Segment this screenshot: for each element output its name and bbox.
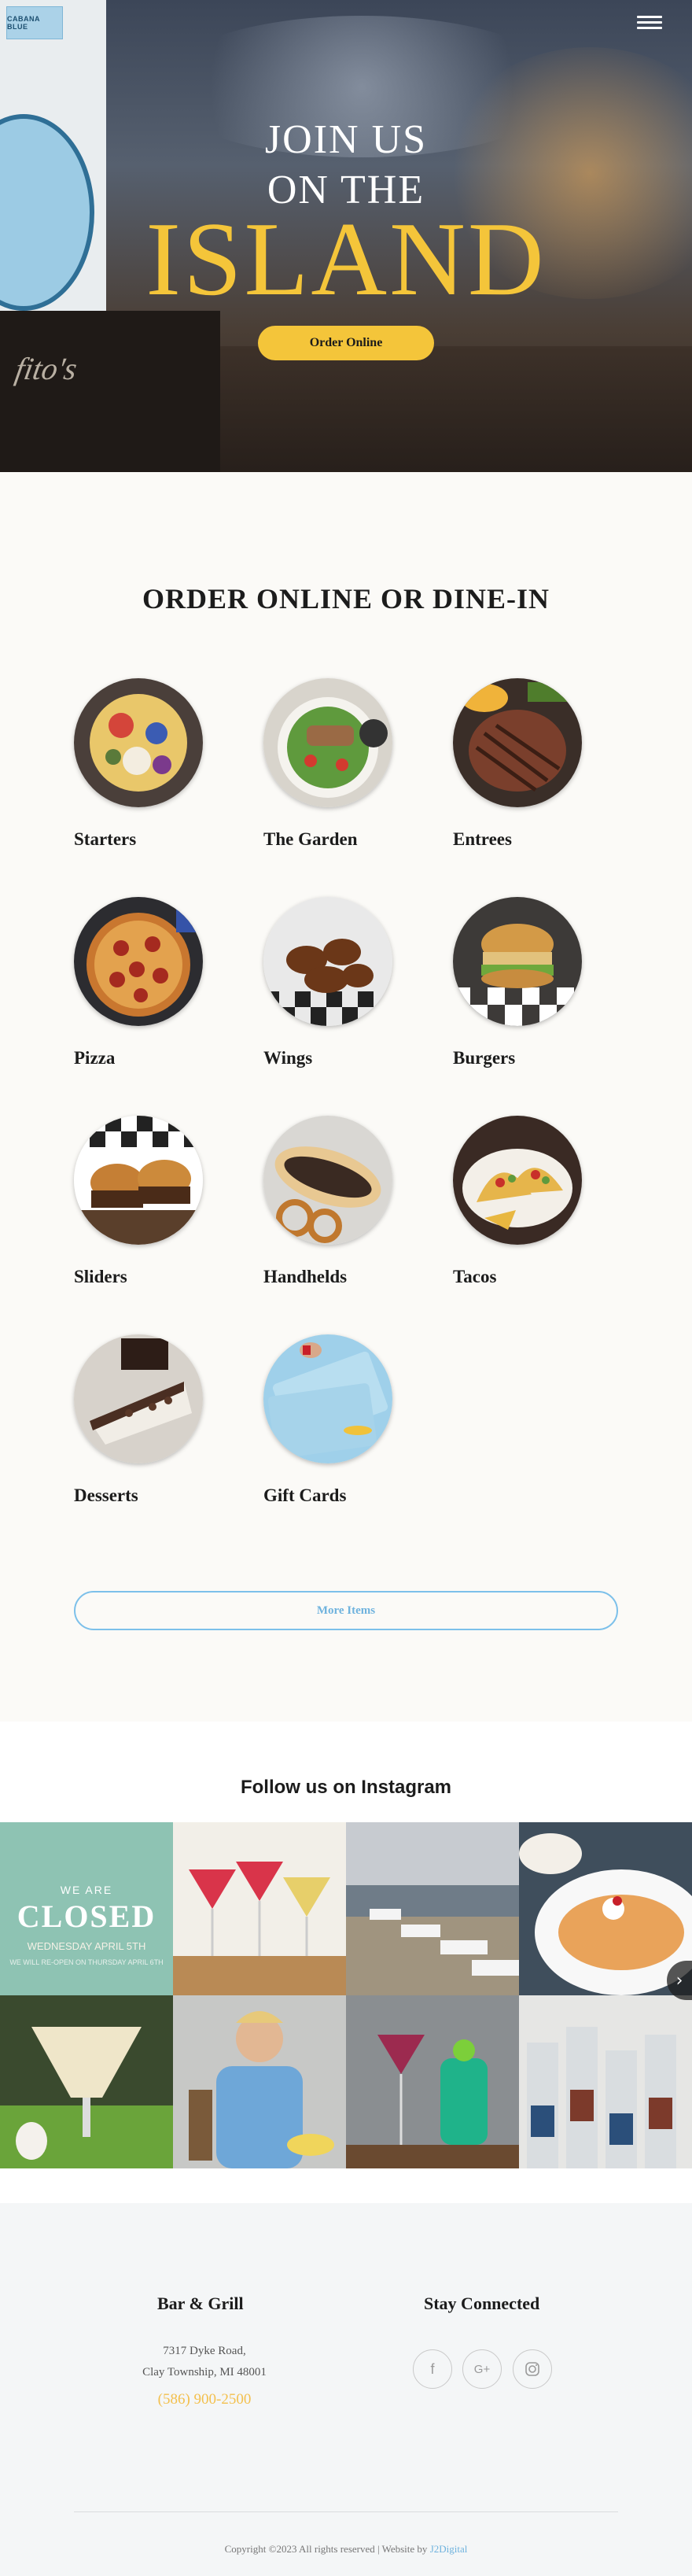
instagram-icon[interactable] bbox=[513, 2349, 552, 2389]
footer-phone-link[interactable]: (586) 900-2500 bbox=[118, 2391, 291, 2408]
sliders-image[interactable] bbox=[74, 1116, 203, 1245]
category-label[interactable]: Pizza bbox=[74, 1048, 115, 1068]
copyright-text: Copyright ©2023 All rights reserved | We… bbox=[224, 2543, 428, 2555]
instagram-post-colorful-drinks[interactable] bbox=[346, 1995, 519, 2168]
site-footer: Bar & Grill 7317 Dyke Road, Clay Townshi… bbox=[0, 2203, 692, 2576]
closed-post-reopen: WE WILL RE-OPEN ON THURSDAY APRIL 6TH bbox=[9, 1958, 164, 1966]
footer-divider bbox=[74, 2511, 618, 2512]
closed-post-closed: CLOSED bbox=[17, 1899, 156, 1934]
starters-image[interactable] bbox=[74, 678, 203, 807]
site-logo[interactable]: CABANA BLUE bbox=[6, 6, 63, 39]
handhelds-image[interactable] bbox=[263, 1116, 392, 1245]
category-label[interactable]: Handhelds bbox=[263, 1267, 347, 1287]
facebook-icon[interactable]: f bbox=[413, 2349, 452, 2389]
instagram-post-bottles[interactable] bbox=[519, 1995, 692, 2168]
category-entrees[interactable]: Entrees bbox=[453, 678, 626, 875]
category-label[interactable]: Wings bbox=[263, 1048, 312, 1068]
closed-post-date: WEDNESDAY APRIL 5TH bbox=[27, 1940, 146, 1952]
category-wings[interactable]: Wings bbox=[263, 897, 436, 1094]
category-handhelds[interactable]: Handhelds bbox=[263, 1116, 436, 1312]
instagram-title: Follow us on Instagram bbox=[240, 1777, 452, 1798]
footer-address-line1: 7317 Dyke Road, bbox=[163, 2345, 246, 2357]
category-the-garden[interactable]: The Garden bbox=[263, 678, 436, 875]
category-label[interactable]: Desserts bbox=[74, 1485, 138, 1506]
instagram-post-drink-easter[interactable] bbox=[0, 1995, 173, 2168]
category-gift-cards[interactable]: Gift Cards bbox=[263, 1334, 436, 1531]
instagram-post-pancakes[interactable] bbox=[519, 1822, 692, 1995]
category-label[interactable]: The Garden bbox=[263, 829, 357, 850]
the-garden-image[interactable] bbox=[263, 678, 392, 807]
category-tacos[interactable]: Tacos bbox=[453, 1116, 626, 1312]
hero-heading-line1: JOIN US bbox=[264, 117, 428, 162]
hero-dark-box bbox=[0, 311, 220, 472]
hero-banner: fito's CABANA BLUE JOIN US ON THE ISLAND… bbox=[0, 0, 692, 472]
footer-title-bar-grill: Bar & Grill bbox=[157, 2294, 244, 2313]
desserts-image[interactable] bbox=[74, 1334, 203, 1463]
category-label[interactable]: Starters bbox=[74, 829, 136, 850]
burgers-image[interactable] bbox=[453, 897, 582, 1026]
entrees-image[interactable] bbox=[453, 678, 582, 807]
category-label[interactable]: Tacos bbox=[453, 1267, 496, 1287]
instagram-post-closed[interactable]: WE ARE CLOSED WEDNESDAY APRIL 5TH WE WIL… bbox=[0, 1822, 173, 1995]
category-burgers[interactable]: Burgers bbox=[453, 897, 626, 1094]
footer-address-line2: Clay Township, MI 48001 bbox=[142, 2366, 267, 2379]
category-label[interactable]: Sliders bbox=[74, 1267, 127, 1287]
category-label[interactable]: Burgers bbox=[453, 1048, 515, 1068]
hero-box-lettering: fito's bbox=[13, 351, 80, 386]
order-online-button[interactable]: Order Online bbox=[258, 326, 434, 360]
instagram-post-beach[interactable] bbox=[346, 1822, 519, 1995]
hero-heading-island: ISLAND bbox=[145, 201, 547, 317]
instagram-post-bartender[interactable] bbox=[173, 1995, 346, 2168]
category-label[interactable]: Entrees bbox=[453, 829, 512, 850]
instagram-post-cocktails[interactable] bbox=[173, 1822, 346, 1995]
tacos-image[interactable] bbox=[453, 1116, 582, 1245]
instagram-section: Follow us on Instagram WE ARE CLOSED WED… bbox=[0, 1722, 692, 2203]
category-sliders[interactable]: Sliders bbox=[74, 1116, 247, 1312]
category-starters[interactable]: Starters bbox=[74, 678, 247, 875]
menu-section-title: ORDER ONLINE OR DINE-IN bbox=[142, 583, 550, 614]
wings-image[interactable] bbox=[263, 897, 392, 1026]
closed-post-we-are: WE ARE bbox=[60, 1884, 113, 1896]
hamburger-menu-icon[interactable] bbox=[635, 13, 664, 35]
category-label[interactable]: Gift Cards bbox=[263, 1485, 346, 1506]
more-items-button[interactable]: More Items bbox=[74, 1591, 618, 1630]
pizza-image[interactable] bbox=[74, 897, 203, 1026]
category-pizza[interactable]: Pizza bbox=[74, 897, 247, 1094]
website-credit-link[interactable]: J2Digital bbox=[430, 2543, 468, 2555]
menu-section: ORDER ONLINE OR DINE-IN Starters The Gar… bbox=[0, 472, 692, 1722]
google-plus-icon[interactable]: G+ bbox=[462, 2349, 502, 2389]
category-desserts[interactable]: Desserts bbox=[74, 1334, 247, 1531]
footer-title-stay-connected: Stay Connected bbox=[424, 2294, 540, 2313]
gift-cards-image[interactable] bbox=[263, 1334, 392, 1463]
footer-copyright: Copyright ©2023 All rights reserved | We… bbox=[0, 2543, 692, 2556]
